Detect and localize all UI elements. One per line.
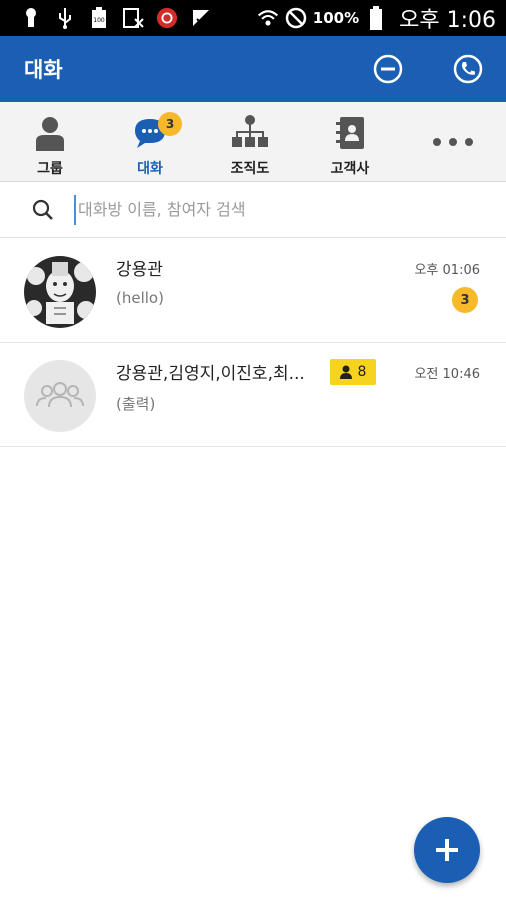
chat-last-message: (출력): [116, 395, 156, 413]
svg-text:100: 100: [93, 17, 105, 24]
keyhole-icon: [20, 7, 42, 29]
tab-label: 조직도: [230, 161, 270, 177]
unread-count-badge: 3: [452, 287, 478, 313]
app-icon: [156, 7, 178, 29]
app-bar: 대화: [0, 36, 506, 102]
minus-circle-icon: [373, 54, 403, 84]
chat-time: 오전 10:46: [414, 367, 480, 382]
org-chart-icon: [232, 115, 268, 147]
chat-name: 강용관,김영지,이진호,최...: [116, 364, 305, 384]
member-count: 8: [357, 364, 367, 380]
tab-label: 고객사: [330, 161, 370, 177]
battery-percent: 100%: [312, 9, 360, 27]
check-icon: [190, 7, 212, 29]
person-icon: [36, 117, 64, 151]
call-button[interactable]: [452, 53, 484, 85]
tab-clients[interactable]: 고객사: [300, 102, 400, 182]
contacts-book-icon: [336, 117, 364, 149]
rx-icon: [122, 7, 144, 29]
wifi-icon: [257, 7, 279, 29]
member-count-badge: 8: [330, 359, 376, 385]
tab-bar: 그룹 3 대화 조직도 고객사: [0, 102, 506, 182]
battery-icon: [365, 6, 387, 30]
tab-label: 그룹: [37, 161, 63, 177]
tab-org-chart[interactable]: 조직도: [200, 102, 300, 182]
phone-circle-icon: [453, 54, 483, 84]
avatar: [24, 256, 96, 328]
tab-label: 대화: [137, 161, 163, 177]
tab-group[interactable]: 그룹: [0, 102, 100, 182]
page-title: 대화: [24, 58, 63, 82]
chat-list-item[interactable]: 강용관 (hello) 오후 01:06 3: [0, 239, 506, 343]
chat-last-message: (hello): [116, 289, 164, 307]
search-icon: [30, 197, 56, 223]
mute-icon: [285, 7, 307, 29]
status-time: 오후 1:06: [399, 8, 496, 33]
more-icon: [433, 137, 473, 146]
chat-list-item[interactable]: 강용관,김영지,이진호,최... 8 (출력) 오전 10:46: [0, 343, 506, 447]
battery-100-icon: 100: [88, 7, 110, 29]
usb-icon: [54, 7, 76, 29]
tab-chat[interactable]: 3 대화: [100, 102, 200, 182]
chat-time: 오후 01:06: [414, 263, 480, 278]
person-icon: [339, 365, 352, 379]
new-chat-button[interactable]: [414, 817, 480, 883]
search-input[interactable]: [74, 194, 454, 225]
minus-circle-button[interactable]: [372, 53, 404, 85]
plus-icon: [436, 839, 458, 861]
unread-badge: 3: [158, 112, 182, 136]
group-avatar: [24, 360, 96, 432]
status-bar: 100 100% 오후 1:06: [0, 0, 506, 36]
more-button[interactable]: [400, 102, 506, 181]
search-bar: [0, 182, 506, 238]
chat-name: 강용관: [116, 260, 163, 280]
